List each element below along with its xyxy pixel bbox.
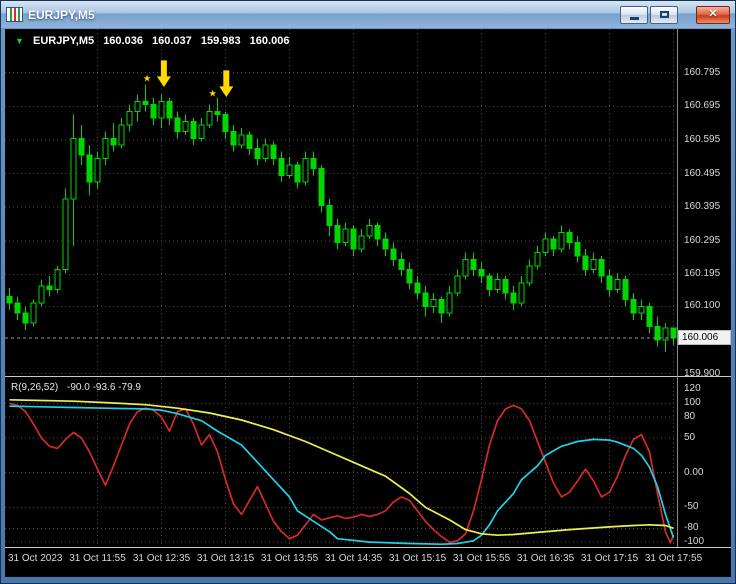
current-price-tag: 160.006 bbox=[678, 330, 731, 345]
price-axis-label: 159.900 bbox=[684, 367, 721, 379]
maximize-button[interactable] bbox=[650, 5, 678, 24]
indicator-readout: R(9,26,52) -90.0 -93.6 -79.9 bbox=[11, 382, 147, 393]
price-axis-label: 160.795 bbox=[684, 66, 721, 78]
maximize-icon bbox=[659, 11, 669, 18]
svg-text:★: ★ bbox=[142, 73, 152, 85]
price-axis-label: 160.595 bbox=[684, 133, 721, 145]
close-icon: ✕ bbox=[708, 8, 718, 20]
price-pane[interactable]: ★ ★ ▼ EURJPY,M5 160.036 160.037 159.983 1… bbox=[5, 29, 677, 376]
window-title: EURJPY,M5 bbox=[28, 7, 95, 22]
indicator-axis-label: -100 bbox=[684, 536, 705, 548]
chart-window: EURJPY,M5 ✕ ★ ★ ▼ EURJPY,M5 160.036 160.0… bbox=[0, 0, 736, 584]
time-axis-label: 31 Oct 11:55 bbox=[69, 553, 126, 564]
ohlc-symbol: EURJPY,M5 bbox=[32, 35, 95, 47]
ohlc-readout: ▼ EURJPY,M5 160.036 160.037 159.983 160.… bbox=[15, 35, 295, 47]
time-axis-label: 31 Oct 14:35 bbox=[324, 553, 383, 564]
price-axis-label: 160.195 bbox=[684, 268, 721, 280]
price-axis-label: 160.695 bbox=[684, 100, 721, 112]
date-label: 31 Oct 2023 bbox=[8, 553, 63, 564]
candlestick-plot[interactable]: ★★ bbox=[5, 29, 677, 376]
time-axis-label: 31 Oct 15:15 bbox=[388, 553, 447, 564]
svg-text:★: ★ bbox=[208, 88, 218, 100]
indicator-axis-label: 80 bbox=[684, 411, 696, 423]
price-axis-label: 160.100 bbox=[684, 300, 721, 312]
time-axis-label: 31 Oct 12:35 bbox=[132, 553, 191, 564]
ohlc-low: 159.983 bbox=[200, 35, 241, 47]
indicator-axis-label: 0.00 bbox=[684, 466, 704, 478]
time-axis-label: 31 Oct 13:15 bbox=[196, 553, 255, 564]
indicator-values: -90.0 -93.6 -79.9 bbox=[67, 382, 141, 393]
indicator-axis-label: 120 bbox=[684, 383, 701, 395]
close-button[interactable]: ✕ bbox=[696, 5, 730, 24]
indicator-axis-label: 100 bbox=[684, 397, 701, 409]
ohlc-close: 160.006 bbox=[249, 35, 290, 47]
ohlc-high: 160.037 bbox=[152, 35, 192, 47]
oscillator-plot[interactable] bbox=[5, 379, 677, 547]
chart-area: ★ ★ ▼ EURJPY,M5 160.036 160.037 159.983 1… bbox=[5, 29, 731, 577]
time-axis-label: 31 Oct 15:55 bbox=[452, 553, 511, 564]
price-axis-label: 160.495 bbox=[684, 167, 721, 179]
indicator-axis-label: 50 bbox=[684, 432, 696, 443]
indicator-name: R(9,26,52) bbox=[11, 382, 59, 393]
time-axis-label: 31 Oct 17:15 bbox=[580, 553, 639, 564]
time-axis[interactable]: 31 Oct 2023 31 Oct 11:55 31 Oct 12:35 31 O… bbox=[5, 547, 731, 577]
price-axis[interactable]: 160.795 160.695 160.595 160.495 160.395 160.2… bbox=[677, 29, 733, 547]
price-axis-label: 160.295 bbox=[684, 234, 721, 246]
indicator-axis-label: -50 bbox=[684, 501, 699, 513]
minimize-icon bbox=[629, 16, 639, 20]
price-axis-label: 160.395 bbox=[684, 201, 721, 213]
ohlc-open: 160.036 bbox=[103, 35, 143, 47]
minimize-button[interactable] bbox=[620, 5, 648, 24]
indicator-axis-labels: 120 100 80 50 0.00 -50 -80 -100 bbox=[678, 379, 733, 547]
window-titlebar[interactable]: EURJPY,M5 ✕ bbox=[1, 1, 735, 28]
window-controls: ✕ bbox=[618, 5, 730, 24]
time-axis-label: 31 Oct 16:35 bbox=[516, 553, 575, 564]
time-axis-label: 31 Oct 13:55 bbox=[260, 553, 319, 564]
symbol-dropdown-icon[interactable]: ▼ bbox=[15, 36, 24, 46]
indicator-pane[interactable]: R(9,26,52) -90.0 -93.6 -79.9 bbox=[5, 379, 677, 547]
chart-window-icon bbox=[6, 7, 23, 22]
time-axis-label: 31 Oct 17:55 bbox=[644, 553, 703, 564]
indicator-axis-label: -80 bbox=[684, 522, 699, 534]
